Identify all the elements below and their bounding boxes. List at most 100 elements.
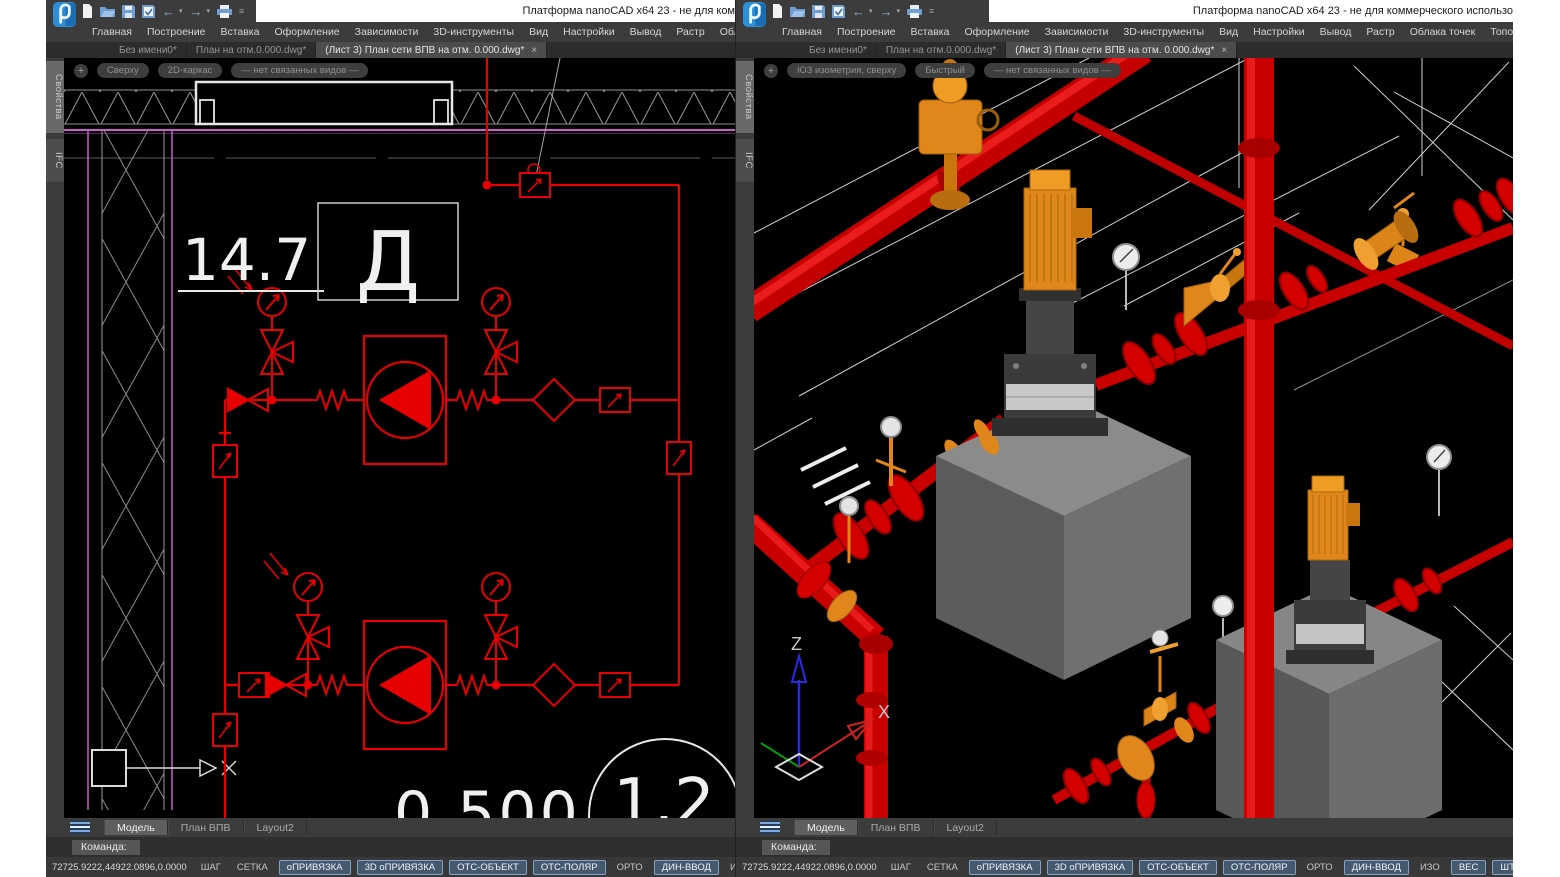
status-toggle[interactable]: 3D оПРИВЯЗКА xyxy=(1047,860,1134,875)
menu-item[interactable]: Вывод xyxy=(1320,26,1352,38)
layout-tab[interactable]: План ВПВ xyxy=(168,820,244,835)
document-tab[interactable]: Без имени0* xyxy=(800,42,877,58)
status-toggle[interactable]: ОТС-ОБЪЕКТ xyxy=(449,860,527,875)
menu-item[interactable]: Главная xyxy=(782,26,822,38)
view-control-pill[interactable]: Быстрый xyxy=(915,63,975,78)
menu-item[interactable]: Вставка xyxy=(220,26,259,38)
undo-dropdown-icon[interactable]: ▾ xyxy=(179,7,183,15)
menu-item[interactable]: Оформление xyxy=(964,26,1029,38)
redo-icon[interactable]: → xyxy=(190,5,203,18)
status-toggle[interactable]: оПРИВЯЗКА xyxy=(279,860,351,875)
undo-icon[interactable]: ← xyxy=(162,5,175,18)
new-file-icon[interactable] xyxy=(82,4,93,18)
status-toggle[interactable]: ОРТО xyxy=(612,860,648,875)
status-toggle[interactable]: ОТС-ПОЛЯР xyxy=(533,860,606,875)
menu-item[interactable]: Вид xyxy=(529,26,548,38)
menu-item[interactable]: Облака точек xyxy=(1410,26,1475,38)
pump-line-2[interactable] xyxy=(239,553,630,749)
save-icon[interactable] xyxy=(812,5,825,18)
side-panel-tab[interactable]: Свойства xyxy=(736,61,754,133)
side-panel-tab[interactable]: IFC xyxy=(736,139,754,182)
document-tab[interactable]: Без имени0* xyxy=(110,42,187,58)
undo-icon[interactable]: ← xyxy=(852,5,865,18)
status-toggle[interactable]: ВЕС xyxy=(1451,860,1487,875)
close-icon[interactable]: × xyxy=(1221,45,1227,56)
nanocad-logo-icon[interactable] xyxy=(53,2,76,27)
close-icon[interactable]: × xyxy=(531,45,537,56)
2d-viewport[interactable]: 14.7 Д 0.500 1.2 + Сверху2D-каркас— нет … xyxy=(64,58,735,818)
command-input[interactable]: Команда: xyxy=(762,840,830,855)
menu-item[interactable]: Вид xyxy=(1219,26,1238,38)
open-file-icon[interactable] xyxy=(100,5,115,17)
view-control-pill[interactable]: — нет связанных видов — xyxy=(231,63,368,78)
qat-customize-icon[interactable]: ≡ xyxy=(239,6,244,16)
menu-item[interactable]: 3D-инструменты xyxy=(1123,26,1204,38)
save-as-icon[interactable] xyxy=(142,5,155,18)
status-toggle[interactable]: ОТС-ПОЛЯР xyxy=(1223,860,1296,875)
menu-item[interactable]: Главная xyxy=(92,26,132,38)
document-tab[interactable]: План на отм.0.000.dwg* xyxy=(877,42,1006,58)
redo-dropdown-icon[interactable]: ▾ xyxy=(207,7,211,15)
undo-dropdown-icon[interactable]: ▾ xyxy=(869,7,873,15)
layout-tab[interactable]: План ВПВ xyxy=(858,820,934,835)
status-toggle[interactable]: СЕТКА xyxy=(922,860,963,875)
view-control-pill[interactable]: ЮЗ изометрия, сверху xyxy=(787,63,906,78)
3d-viewport-canvas[interactable]: Z X xyxy=(754,58,1513,818)
status-toggle[interactable]: ИЗО xyxy=(725,860,735,875)
new-file-icon[interactable] xyxy=(772,4,783,18)
pump-line-1[interactable] xyxy=(228,268,630,464)
status-toggle[interactable]: ШТРИХОВКА xyxy=(1492,860,1513,875)
layout-tab[interactable]: Layout2 xyxy=(244,820,307,835)
document-tab[interactable]: (Лист 3) План сети ВПВ на отм. 0.000.dwg… xyxy=(316,42,547,58)
drawing-annotations[interactable]: 14.7 Д 0.500 1.2 xyxy=(178,203,735,818)
menu-item[interactable]: Обла xyxy=(720,26,735,38)
menu-item[interactable]: Растр xyxy=(676,26,704,38)
redo-icon[interactable]: → xyxy=(880,5,893,18)
layout-tab[interactable]: Layout2 xyxy=(934,820,997,835)
print-icon[interactable] xyxy=(217,5,232,18)
status-toggle[interactable]: ОРТО xyxy=(1302,860,1338,875)
save-as-icon[interactable] xyxy=(832,5,845,18)
menu-item[interactable]: 3D-инструменты xyxy=(433,26,514,38)
status-toggle[interactable]: ИЗО xyxy=(1415,860,1445,875)
status-toggle[interactable]: ШАГ xyxy=(886,860,916,875)
layout-tab[interactable]: Модель xyxy=(104,820,168,835)
viewport-plus-button[interactable]: + xyxy=(764,64,778,78)
view-control-pill[interactable]: 2D-каркас xyxy=(158,63,223,78)
sheets-icon[interactable] xyxy=(70,821,90,834)
document-tab[interactable]: План на отм.0.000.dwg* xyxy=(187,42,316,58)
document-tab[interactable]: (Лист 3) План сети ВПВ на отм. 0.000.dwg… xyxy=(1006,42,1237,58)
layout-tab[interactable]: Модель xyxy=(794,820,858,835)
menu-item[interactable]: Зависимости xyxy=(1045,26,1109,38)
menu-item[interactable]: Оформление xyxy=(274,26,339,38)
command-input[interactable]: Команда: xyxy=(72,840,140,855)
side-panel-tab[interactable]: IFC xyxy=(46,139,64,182)
menu-item[interactable]: Зависимости xyxy=(355,26,419,38)
3d-viewport[interactable]: Z X + ЮЗ изометрия, сверху Быстрый — нет с… xyxy=(754,58,1513,818)
2d-drawing-canvas[interactable]: 14.7 Д 0.500 1.2 xyxy=(64,58,735,818)
view-control-pill[interactable]: — нет связанных видов — xyxy=(984,63,1121,78)
menu-item[interactable]: Построение xyxy=(837,26,895,38)
menu-item[interactable]: Настройки xyxy=(1253,26,1305,38)
pipe-main-vertical[interactable] xyxy=(1238,58,1280,818)
status-toggle[interactable]: СЕТКА xyxy=(232,860,273,875)
lever-valve[interactable] xyxy=(1144,630,1178,726)
open-file-icon[interactable] xyxy=(790,5,805,17)
status-toggle[interactable]: ДИН-ВВОД xyxy=(654,860,719,875)
redo-dropdown-icon[interactable]: ▾ xyxy=(897,7,901,15)
status-toggle[interactable]: ДИН-ВВОД xyxy=(1344,860,1409,875)
menu-item[interactable]: Настройки xyxy=(563,26,615,38)
side-panel-tab[interactable]: Свойства xyxy=(46,61,64,133)
nanocad-logo-icon[interactable] xyxy=(743,2,766,27)
menu-item[interactable]: Вставка xyxy=(910,26,949,38)
sheets-icon[interactable] xyxy=(760,821,780,834)
menu-item[interactable]: Вывод xyxy=(630,26,662,38)
status-toggle[interactable]: ОТС-ОБЪЕКТ xyxy=(1139,860,1217,875)
view-control-pill[interactable]: Сверху xyxy=(97,63,149,78)
status-toggle[interactable]: ШАГ xyxy=(196,860,226,875)
pipe-schematic[interactable] xyxy=(213,58,691,818)
menu-item[interactable]: Топопла xyxy=(1490,26,1513,38)
status-toggle[interactable]: 3D оПРИВЯЗКА xyxy=(357,860,444,875)
save-icon[interactable] xyxy=(122,5,135,18)
status-toggle[interactable]: оПРИВЯЗКА xyxy=(969,860,1041,875)
